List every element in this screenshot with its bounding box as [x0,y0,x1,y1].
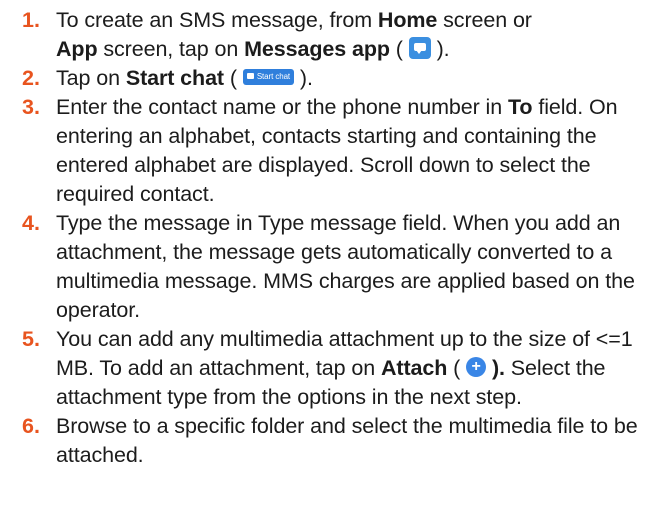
attach-label: Attach [381,356,448,380]
step-number: 4. [22,211,40,235]
step-number: 1. [22,8,40,32]
step-3: 3. Enter the contact name or the phone n… [22,93,638,209]
step-6: 6. Browse to a specific folder and selec… [22,412,638,470]
step-text: To create an SMS message, from Home scre… [56,8,532,61]
step-number: 3. [22,95,40,119]
step-number: 5. [22,327,40,351]
instruction-list: 1. To create an SMS message, from Home s… [0,0,646,470]
start-chat-label: Start chat [125,66,224,90]
step-text: Type the message in Type message field. … [56,211,635,322]
step-number: 6. [22,414,40,438]
step-text: You can add any multimedia attachment up… [56,327,633,409]
step-text: Enter the contact name or the phone numb… [56,95,618,206]
step-4: 4. Type the message in Type message fiel… [22,209,638,325]
step-5: 5. You can add any multimedia attachment… [22,325,638,412]
home-label: Home [377,8,438,32]
step-1: 1. To create an SMS message, from Home s… [22,6,638,64]
messages-app-label: Messages app [244,37,390,61]
messages-app-icon [408,37,431,60]
step-2: 2. Tap on Start chat ( Start chat ). [22,64,638,93]
app-label: App [56,37,98,61]
step-number: 2. [22,66,40,90]
step-text: Browse to a specific folder and select t… [56,414,638,467]
start-chat-icon: Start chat [242,69,295,86]
step-text: Tap on Start chat ( Start chat ). [56,66,313,90]
attach-plus-icon: + [466,357,487,378]
to-field-label: To [507,95,533,119]
